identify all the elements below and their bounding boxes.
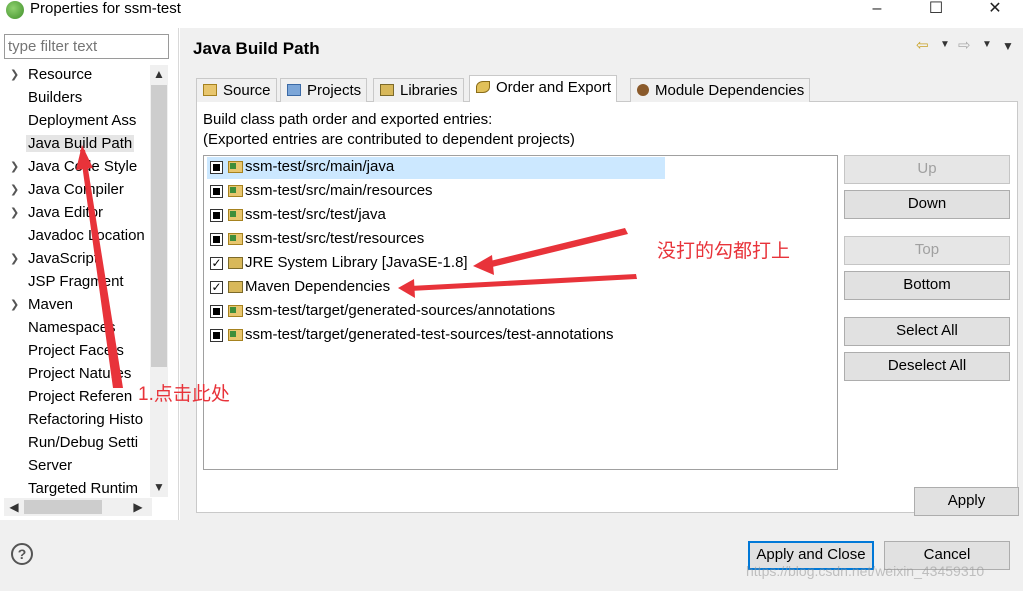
up-button[interactable]: Up	[844, 155, 1010, 184]
close-button[interactable]: ✕	[975, 0, 1015, 20]
eclipse-app-icon	[6, 1, 24, 19]
entry-checkbox[interactable]	[210, 185, 223, 198]
entry-checkbox[interactable]	[210, 161, 223, 174]
scroll-left-icon[interactable]: ◀	[6, 500, 22, 514]
tree-item-refactoring-history[interactable]: Refactoring Histo	[0, 410, 150, 433]
tree-vertical-scroll-thumb[interactable]	[151, 85, 167, 367]
filter-input[interactable]	[4, 34, 169, 59]
library-icon	[228, 257, 243, 269]
order-export-icon	[476, 81, 490, 93]
projects-icon	[287, 84, 301, 96]
entry-checkbox[interactable]	[210, 329, 223, 342]
tree-item-jsp-fragment[interactable]: JSP Fragment	[0, 272, 150, 295]
tree-item-project-facets[interactable]: Project Facets	[0, 341, 150, 364]
tree-item-project-natures[interactable]: Project Natures	[0, 364, 150, 387]
tree-item-java-editor[interactable]: ❯ Java Editor	[0, 203, 150, 226]
tree-item-resource[interactable]: ❯ Resource	[0, 65, 150, 88]
chevron-right-icon: ❯	[10, 69, 20, 81]
tree-item-deployment[interactable]: Deployment Ass	[0, 111, 150, 134]
back-arrow-icon[interactable]: ⇦	[916, 36, 929, 54]
scroll-down-icon[interactable]: ▼	[151, 480, 167, 494]
tab-source[interactable]: Source	[196, 78, 277, 102]
tab-projects[interactable]: Projects	[280, 78, 368, 102]
list-item[interactable]: ssm-test/src/main/java	[207, 157, 665, 179]
tree-horizontal-scroll-thumb[interactable]	[24, 500, 102, 514]
forward-arrow-icon[interactable]: ⇨	[958, 36, 971, 54]
tree-item-server[interactable]: Server	[0, 456, 150, 479]
apply-button[interactable]: Apply	[914, 487, 1019, 516]
annotation-click-here: 1.点击此处	[138, 384, 230, 405]
source-folder-icon	[228, 233, 243, 245]
tree-item-namespaces[interactable]: Namespaces	[0, 318, 150, 341]
entry-checkbox[interactable]	[210, 305, 223, 318]
minimize-button[interactable]: –	[857, 0, 897, 20]
tree-item-javadoc-location[interactable]: Javadoc Location	[0, 226, 150, 249]
preferences-tree: ❯ Resource Builders Deployment Ass Java B…	[0, 65, 150, 497]
chevron-right-icon: ❯	[10, 207, 20, 219]
back-dropdown-icon[interactable]: ▼	[940, 39, 950, 50]
source-folder-icon	[228, 161, 243, 173]
watermark: https://blog.csdn.net/weixin_43459310	[746, 563, 985, 579]
tree-item-javascript[interactable]: ❯ JavaScript	[0, 249, 150, 272]
chevron-right-icon: ❯	[10, 299, 20, 311]
tree-item-builders[interactable]: Builders	[0, 88, 150, 111]
chevron-right-icon: ❯	[10, 184, 20, 196]
source-folder-icon	[228, 185, 243, 197]
annotation-check-all: 没打的勾都打上	[657, 241, 791, 262]
entry-checkbox[interactable]: ✓	[210, 281, 223, 294]
libraries-icon	[380, 84, 394, 96]
tab-order-and-export[interactable]: Order and Export	[469, 75, 618, 102]
source-folder-icon	[228, 305, 243, 317]
description-line-2: (Exported entries are contributed to dep…	[203, 131, 575, 148]
module-icon	[637, 84, 649, 96]
tree-item-project-references[interactable]: Project Referen	[0, 387, 150, 410]
library-icon	[228, 281, 243, 293]
view-menu-icon[interactable]: ▼	[1002, 39, 1014, 53]
forward-dropdown-icon[interactable]: ▼	[982, 39, 992, 50]
deselect-all-button[interactable]: Deselect All	[844, 352, 1010, 381]
top-button[interactable]: Top	[844, 236, 1010, 265]
tree-item-targeted-runtimes[interactable]: Targeted Runtim	[0, 479, 150, 497]
help-icon[interactable]: ?	[11, 543, 33, 565]
tab-libraries[interactable]: Libraries	[373, 78, 464, 102]
tab-module-dependencies[interactable]: Module Dependencies	[630, 78, 811, 102]
source-folder-icon	[228, 329, 243, 341]
maximize-button[interactable]: ☐	[916, 0, 956, 20]
scroll-up-icon[interactable]: ▲	[151, 67, 167, 81]
down-button[interactable]: Down	[844, 190, 1010, 219]
entry-checkbox[interactable]	[210, 209, 223, 222]
window-title: Properties for ssm-test	[30, 0, 181, 17]
entry-checkbox[interactable]: ✓	[210, 257, 223, 270]
description-line-1: Build class path order and exported entr…	[203, 111, 493, 128]
tree-item-run-debug-settings[interactable]: Run/Debug Setti	[0, 433, 150, 456]
tree-item-java-compiler[interactable]: ❯ Java Compiler	[0, 180, 150, 203]
scroll-right-icon[interactable]: ▶	[130, 500, 146, 514]
entry-checkbox[interactable]	[210, 233, 223, 246]
tree-item-maven[interactable]: ❯ Maven	[0, 295, 150, 318]
select-all-button[interactable]: Select All	[844, 317, 1010, 346]
page-title: Java Build Path	[193, 39, 320, 58]
bottom-button[interactable]: Bottom	[844, 271, 1010, 300]
source-folder-icon	[203, 84, 217, 96]
source-folder-icon	[228, 209, 243, 221]
chevron-right-icon: ❯	[10, 161, 20, 173]
tree-item-java-build-path[interactable]: Java Build Path	[0, 134, 150, 157]
chevron-right-icon: ❯	[10, 253, 20, 265]
tree-item-java-code-style[interactable]: ❯ Java Code Style	[0, 157, 150, 180]
